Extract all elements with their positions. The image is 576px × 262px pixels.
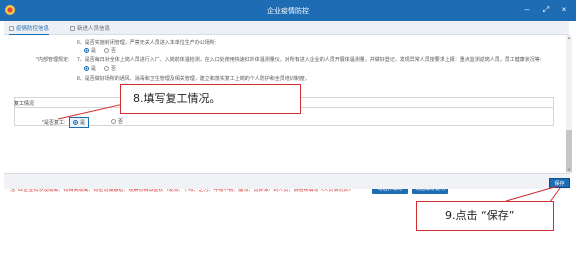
measures-label: *内部管理规定:: [36, 57, 70, 63]
close-button[interactable]: ×: [559, 5, 569, 15]
maximize-button[interactable]: ⤢: [541, 5, 551, 15]
window-titlebar: 企业疫情防控 – ⤢ ×: [0, 0, 576, 21]
radio-icon: [104, 66, 109, 71]
scroll-down-icon[interactable]: ▼: [566, 167, 572, 172]
option-label: 否: [111, 66, 117, 72]
radio-icon: [111, 119, 116, 124]
step9-callout: 9.点击 “保存”: [416, 201, 554, 231]
option-label: 是: [91, 48, 97, 54]
tab-label: 疫情防控信息: [16, 26, 50, 32]
return-to-work-label: *是否复工:: [42, 120, 66, 126]
return-no-radio[interactable]: 否: [108, 117, 126, 126]
return-yes-radio[interactable]: 是: [69, 117, 90, 128]
option-label: 是: [91, 66, 97, 72]
radio-icon: [84, 48, 89, 53]
option-label: 否: [118, 119, 124, 125]
item7-text: 7、是否每日对全体上岗人员进行入厂、入岗前体温检测，在入口处使用快速红外体温测量…: [77, 57, 542, 63]
scroll-up-icon[interactable]: ▲: [566, 35, 572, 40]
save-button[interactable]: 保存: [549, 178, 570, 188]
step8-callout: 8.填写复工情况。: [120, 84, 301, 114]
radio-icon: [84, 66, 89, 71]
tab-new-personnel[interactable]: 新进人员信息: [70, 24, 110, 32]
item6-yes[interactable]: 是: [84, 47, 96, 54]
scrollbar-thumb[interactable]: [566, 130, 572, 172]
item6-no[interactable]: 否: [104, 47, 116, 54]
option-label: 是: [80, 120, 86, 126]
document-icon: [9, 26, 14, 31]
tab-epidemic-info[interactable]: 疫情防控信息: [9, 24, 50, 35]
item7-no[interactable]: 否: [104, 65, 116, 72]
tab-bar: 疫情防控信息 新进人员信息: [4, 21, 569, 35]
window-title: 企业疫情防控: [267, 8, 309, 15]
item6-text: 6、是否实施封闭管理，严禁无关人员进入本单位生产办公场所:: [77, 40, 217, 46]
section-title: 复工情况: [14, 101, 35, 107]
item8-text: 8、是否做好场所的通风、消毒和卫生管理及相关管理，建立和落实复工上岗的个人防护和…: [77, 76, 310, 82]
radio-icon: [73, 120, 78, 125]
radio-icon: [104, 48, 109, 53]
option-label: 否: [111, 48, 117, 54]
document-icon: [70, 26, 75, 31]
form-footer: [4, 173, 570, 189]
tab-label: 新进人员信息: [77, 26, 111, 32]
item7-yes[interactable]: 是: [84, 65, 96, 72]
minimize-button[interactable]: –: [522, 5, 532, 15]
